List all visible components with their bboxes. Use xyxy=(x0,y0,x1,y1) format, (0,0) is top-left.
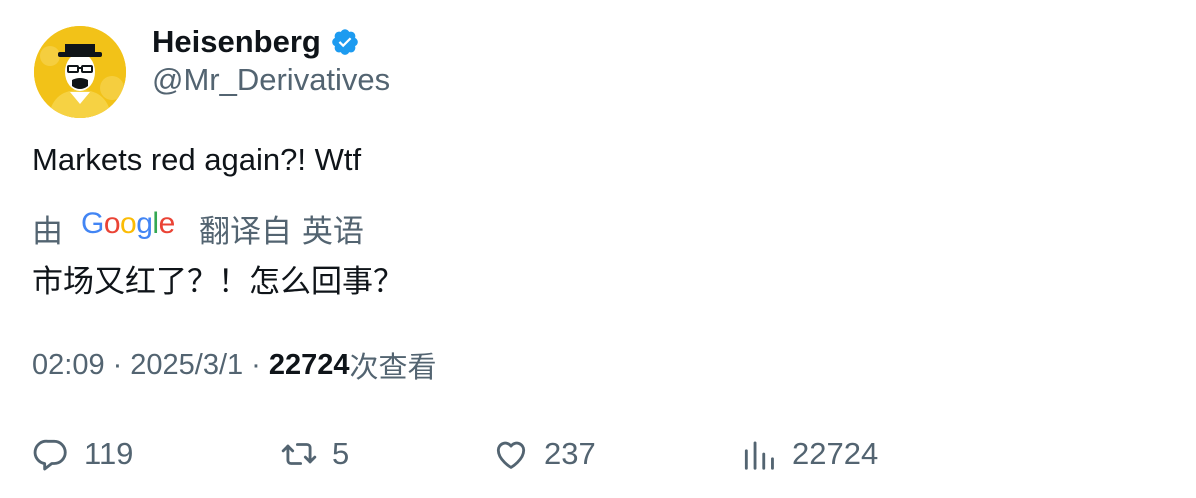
display-name[interactable]: Heisenberg xyxy=(152,24,321,60)
translation-attribution: 由 Google 翻译自 英语 xyxy=(32,206,364,250)
tweet-time[interactable]: 02:09 xyxy=(32,349,105,382)
repost-button[interactable]: 5 xyxy=(280,426,349,482)
views-action-count: 22724 xyxy=(792,436,879,471)
repost-count: 5 xyxy=(332,436,350,471)
analytics-icon xyxy=(744,441,774,470)
tweet-meta: 02:09 · 2025/3/1 · 22724 次查看 xyxy=(32,344,436,386)
views-count: 22724 xyxy=(268,348,350,381)
author-name-row[interactable]: Heisenberg xyxy=(152,22,360,62)
meta-separator: · xyxy=(251,348,261,381)
tweet-text: Markets red again?! Wtf xyxy=(32,142,362,177)
views-label: 次查看 xyxy=(349,350,437,384)
avatar[interactable] xyxy=(34,26,126,118)
reply-button[interactable]: 119 xyxy=(32,426,133,482)
svg-text:Google: Google xyxy=(81,207,175,240)
google-logo-icon: Google xyxy=(81,205,179,251)
heisenberg-avatar-icon xyxy=(34,26,126,118)
verified-badge-icon[interactable] xyxy=(330,27,360,57)
like-button[interactable]: 237 xyxy=(492,426,596,482)
action-bar: 119 5 237 22724 xyxy=(0,426,1196,482)
views-button[interactable]: 22724 xyxy=(740,426,878,482)
reply-icon xyxy=(33,439,67,471)
meta-separator: · xyxy=(112,348,123,381)
reply-count: 119 xyxy=(84,436,134,471)
like-count: 237 xyxy=(544,436,596,471)
heart-icon xyxy=(496,441,526,469)
repost-icon xyxy=(281,443,317,465)
author-handle[interactable]: @Mr_Derivatives xyxy=(152,62,390,98)
translation-from-label[interactable]: 翻译自 英语 xyxy=(199,206,364,251)
translated-text: 市场又红了？！怎么回事？ xyxy=(32,264,404,300)
translation-by-label: 由 xyxy=(32,213,63,250)
tweet-date[interactable]: 2025/3/1 xyxy=(130,349,243,382)
